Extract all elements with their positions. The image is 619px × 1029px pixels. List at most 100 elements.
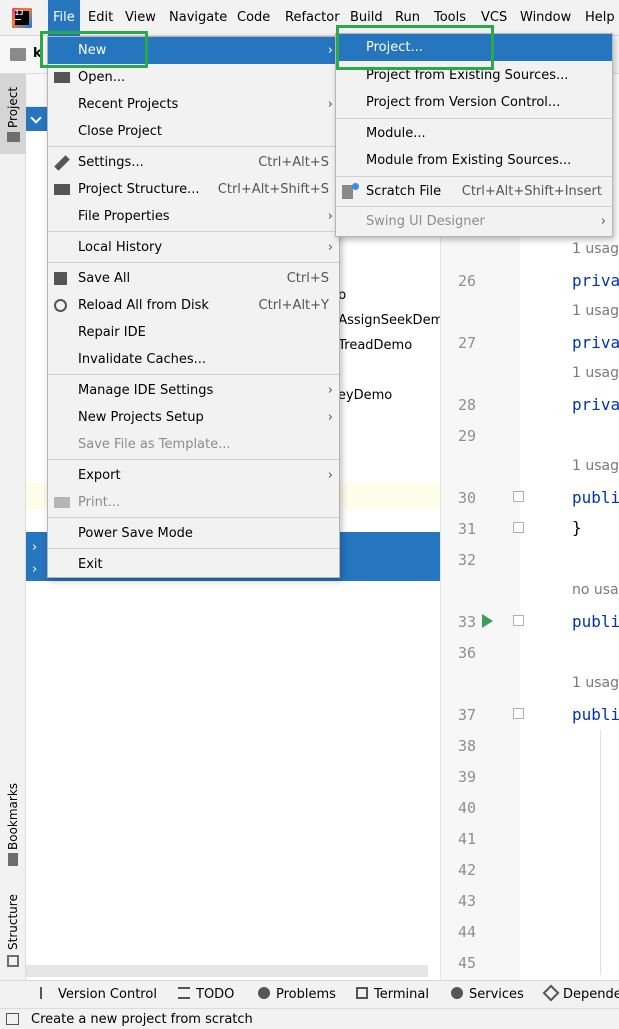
line-number: 41	[457, 830, 476, 848]
panel-toggle-icon[interactable]	[6, 1013, 19, 1025]
menu-item-invalidate-caches[interactable]: Invalidate Caches...	[48, 346, 339, 373]
code-line: priva	[572, 271, 619, 290]
menu-item-new-projects-setup[interactable]: New Projects Setup ›	[48, 404, 339, 431]
code-line: priva	[572, 333, 619, 352]
project-root-selected[interactable]	[26, 107, 48, 131]
menu-item-exit[interactable]: Exit	[48, 551, 339, 578]
structure-tool-label[interactable]: Structure	[6, 894, 20, 950]
line-number: 27	[457, 334, 476, 352]
run-gutter-icon[interactable]	[482, 614, 493, 628]
line-number: 45	[457, 954, 476, 972]
menu-item-save-file-as-template: Save File as Template...	[78, 437, 231, 452]
line-number: 29	[457, 427, 476, 445]
open-folder-icon	[54, 72, 70, 83]
tree-item[interactable]: nTreadDemo	[330, 338, 412, 353]
project-structure-icon	[54, 184, 70, 195]
menu-code[interactable]: Code	[232, 0, 275, 36]
version-control-tab[interactable]: Version Control	[40, 981, 157, 1009]
project-folder-icon	[7, 132, 20, 142]
scratch-badge-icon	[352, 183, 359, 190]
menu-item-scratch-file[interactable]: Scratch File Ctrl+Alt+Shift+Insert	[336, 178, 612, 205]
line-number: 31	[457, 520, 476, 538]
menu-separator	[48, 146, 339, 147]
terminal-tab[interactable]: Terminal	[356, 981, 429, 1009]
code-line: publi	[572, 705, 619, 724]
services-tab[interactable]: Services	[451, 981, 524, 1009]
usage-hint[interactable]: 1 usag	[572, 365, 619, 381]
usage-hint[interactable]: 1 usag	[572, 675, 619, 691]
menu-item-module[interactable]: Module...	[336, 120, 612, 147]
menu-item-manage-ide-settings[interactable]: Manage IDE Settings ›	[48, 377, 339, 404]
fold-icon[interactable]	[513, 522, 524, 533]
menu-navigate[interactable]: Navigate	[164, 0, 232, 36]
menu-item-swing-ui-designer: Swing UI Designer ›	[336, 208, 612, 235]
code-line: publi	[572, 488, 619, 507]
menu-item-open[interactable]: Open...	[48, 64, 339, 91]
chevron-right-icon: ›	[327, 209, 333, 224]
usage-hint[interactable]: no usa	[572, 582, 619, 598]
bookmark-icon	[8, 853, 18, 866]
line-number: 36	[457, 644, 476, 662]
line-number: 33	[457, 613, 476, 631]
chevron-right-icon: ›	[327, 97, 333, 112]
usage-hint[interactable]: 1 usag	[572, 303, 619, 319]
usage-hint[interactable]: 1 usag	[572, 458, 619, 474]
chevron-right-icon: ›	[327, 383, 333, 398]
intellij-logo-icon[interactable]: IJ	[12, 8, 32, 28]
menu-separator	[48, 517, 339, 518]
code-line: priva	[572, 395, 619, 414]
line-number: 40	[457, 799, 476, 817]
fold-icon[interactable]	[513, 708, 524, 719]
chevron-down-icon	[30, 112, 42, 124]
menu-item-repair-ide[interactable]: Repair IDE	[48, 319, 339, 346]
line-number: 44	[457, 923, 476, 941]
problems-icon	[258, 987, 270, 999]
menu-item-print: Print...	[48, 489, 339, 516]
line-number: 30	[457, 489, 476, 507]
line-number: 32	[457, 551, 476, 569]
usage-hint[interactable]: 1 usag	[572, 241, 619, 257]
wrench-icon	[54, 155, 70, 171]
tree-item[interactable]: nAssignSeekDem	[330, 313, 443, 328]
folder-icon	[10, 48, 26, 61]
problems-tab[interactable]: Problems	[258, 981, 336, 1009]
menu-item-file-properties[interactable]: File Properties ›	[48, 203, 339, 230]
menu-separator	[48, 262, 339, 263]
chevron-right-icon: ›	[327, 468, 333, 483]
fold-icon[interactable]	[513, 491, 524, 502]
code-line: publi	[572, 612, 619, 631]
menu-item-save-all[interactable]: Save All Ctrl+S	[48, 265, 339, 292]
menu-refactor[interactable]: Refactor	[280, 0, 345, 36]
structure-icon	[7, 955, 19, 967]
bookmarks-tool-label[interactable]: Bookmarks	[6, 783, 20, 850]
chevron-right-icon: ›	[327, 410, 333, 425]
menu-item-local-history[interactable]: Local History ›	[48, 234, 339, 261]
save-icon	[54, 272, 67, 285]
menu-separator	[48, 459, 339, 460]
menu-separator	[336, 176, 612, 177]
dependencies-icon	[542, 984, 560, 1002]
menu-separator	[48, 231, 339, 232]
horizontal-scrollbar[interactable]	[26, 965, 428, 977]
menu-item-settings[interactable]: Settings... Ctrl+Alt+S	[48, 149, 339, 176]
menu-item-reload[interactable]: Reload All from Disk Ctrl+Alt+Y	[48, 292, 339, 319]
code-line: }	[572, 518, 582, 537]
menu-item-module-from-existing-sources[interactable]: Module from Existing Sources...	[336, 147, 612, 174]
dependencies-tab[interactable]: Depender	[542, 981, 619, 1009]
menu-item-power-save-mode[interactable]: Power Save Mode	[48, 520, 339, 547]
menu-separator	[48, 548, 339, 549]
todo-tab[interactable]: TODO	[178, 981, 234, 1009]
menu-item-project-from-version-control[interactable]: Project from Version Control...	[336, 89, 612, 116]
line-number: 43	[457, 892, 476, 910]
fold-icon[interactable]	[513, 615, 524, 626]
reload-icon	[54, 299, 67, 312]
menu-item-close-project[interactable]: Close Project	[48, 118, 339, 145]
chevron-right-icon: ›	[32, 540, 38, 555]
menu-window[interactable]: Window	[515, 0, 576, 36]
menu-item-export[interactable]: Export ›	[48, 462, 339, 489]
menu-help[interactable]: Help	[580, 0, 619, 36]
branch-icon	[40, 987, 52, 999]
menu-item-recent-projects[interactable]: Recent Projects ›	[48, 91, 339, 118]
menu-item-project-structure[interactable]: Project Structure... Ctrl+Alt+Shift+S	[48, 176, 339, 203]
line-number: 38	[457, 737, 476, 755]
